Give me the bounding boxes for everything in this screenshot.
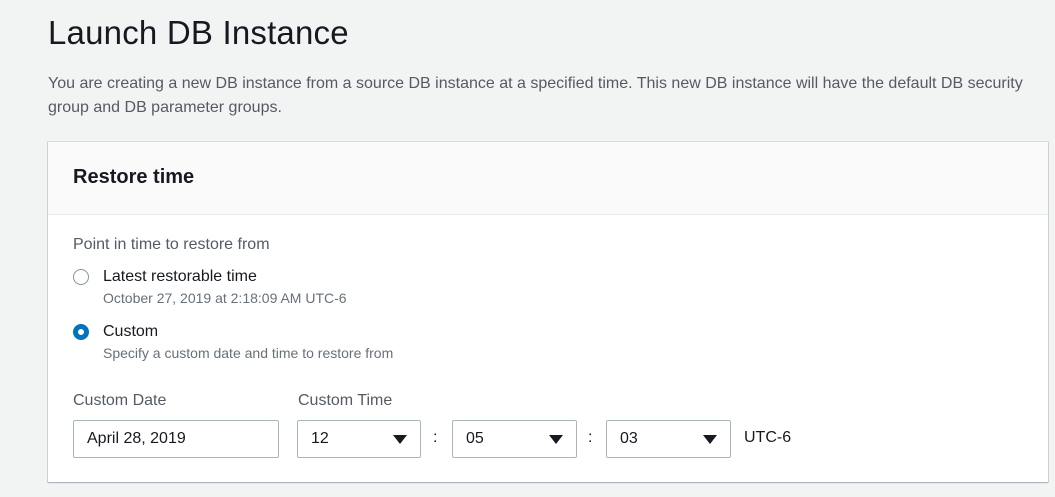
custom-description: Specify a custom date and time to restor… bbox=[103, 345, 394, 361]
second-value: 03 bbox=[620, 430, 638, 447]
hour-value: 12 bbox=[311, 430, 329, 447]
latest-restorable-radio[interactable] bbox=[73, 269, 89, 285]
panel-title: Restore time bbox=[73, 166, 195, 188]
custom-date-label: Custom Date bbox=[73, 392, 167, 409]
hour-select[interactable]: 12 bbox=[297, 420, 421, 458]
page-title: Launch DB Instance bbox=[48, 14, 349, 51]
minute-select[interactable]: 05 bbox=[452, 420, 577, 458]
latest-restorable-label: Latest restorable time bbox=[103, 268, 257, 285]
custom-radio[interactable] bbox=[73, 324, 89, 340]
panel-header: Restore time bbox=[48, 142, 1048, 215]
radio-option-latest[interactable]: Latest restorable time October 27, 2019 … bbox=[73, 266, 347, 308]
custom-time-label: Custom Time bbox=[298, 392, 393, 409]
page-description: You are creating a new DB instance from … bbox=[48, 75, 1023, 116]
latest-restorable-description: October 27, 2019 at 2:18:09 AM UTC-6 bbox=[103, 290, 347, 306]
caret-down-icon bbox=[393, 434, 407, 444]
time-separator: : bbox=[588, 429, 593, 446]
caret-down-icon bbox=[549, 434, 563, 444]
point-in-time-label: Point in time to restore from bbox=[73, 236, 270, 253]
restore-time-panel: Restore time Point in time to restore fr… bbox=[48, 142, 1048, 482]
custom-date-input[interactable] bbox=[73, 420, 279, 458]
timezone-label: UTC-6 bbox=[744, 429, 792, 446]
second-select[interactable]: 03 bbox=[606, 420, 731, 458]
radio-option-custom[interactable]: Custom Specify a custom date and time to… bbox=[73, 321, 393, 363]
time-separator: : bbox=[433, 429, 438, 446]
caret-down-icon bbox=[703, 434, 717, 444]
minute-value: 05 bbox=[466, 430, 484, 447]
custom-label: Custom bbox=[103, 323, 159, 340]
